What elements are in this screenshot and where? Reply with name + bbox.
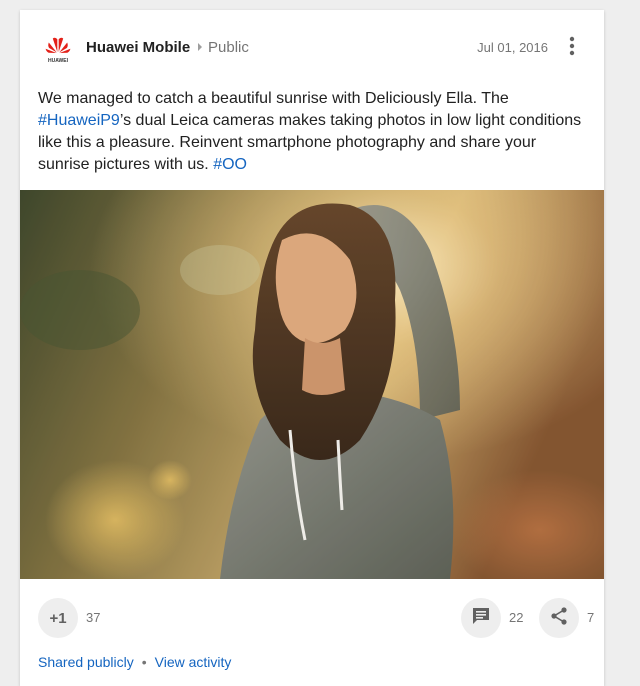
footer-separator: •	[141, 654, 147, 670]
share-button[interactable]	[539, 598, 579, 638]
comment-icon	[471, 606, 491, 631]
view-activity-link[interactable]: View activity	[155, 654, 232, 670]
post-photo[interactable]	[20, 190, 604, 579]
post-body: We managed to catch a beautiful sunrise …	[38, 88, 588, 176]
visibility-label[interactable]: Public	[208, 39, 249, 56]
post-text-part-2: ’s dual Leica cameras makes taking photo…	[38, 112, 582, 173]
plus-one-button[interactable]: +1	[38, 598, 78, 638]
post-header: HUAWEI Huawei Mobile Public Jul 01, 2016	[20, 10, 604, 80]
shared-publicly-link[interactable]: Shared publicly	[38, 654, 134, 670]
author-name[interactable]: Huawei Mobile	[86, 39, 190, 56]
comment-count: 22	[509, 610, 524, 625]
post-footer: Shared publicly • View activity	[38, 654, 231, 670]
plus-one-count: 37	[86, 610, 101, 625]
hashtag-huaweip9[interactable]: #HuaweiP9	[38, 112, 120, 129]
more-vert-icon[interactable]	[560, 34, 584, 58]
share-icon	[549, 606, 569, 631]
huawei-logo-icon[interactable]: HUAWEI	[42, 32, 74, 64]
post-text-part-1: We managed to catch a beautiful sunrise …	[38, 90, 509, 107]
action-bar: +1 37 22 7	[20, 596, 604, 640]
logo-wordmark: HUAWEI	[48, 58, 69, 64]
post-date[interactable]: Jul 01, 2016	[477, 40, 548, 55]
chevron-right-icon	[195, 39, 205, 55]
comment-button[interactable]	[461, 598, 501, 638]
share-count: 7	[587, 610, 595, 625]
hashtag-oo[interactable]: #OO	[213, 156, 247, 173]
post-card: HUAWEI Huawei Mobile Public Jul 01, 2016…	[20, 10, 604, 686]
